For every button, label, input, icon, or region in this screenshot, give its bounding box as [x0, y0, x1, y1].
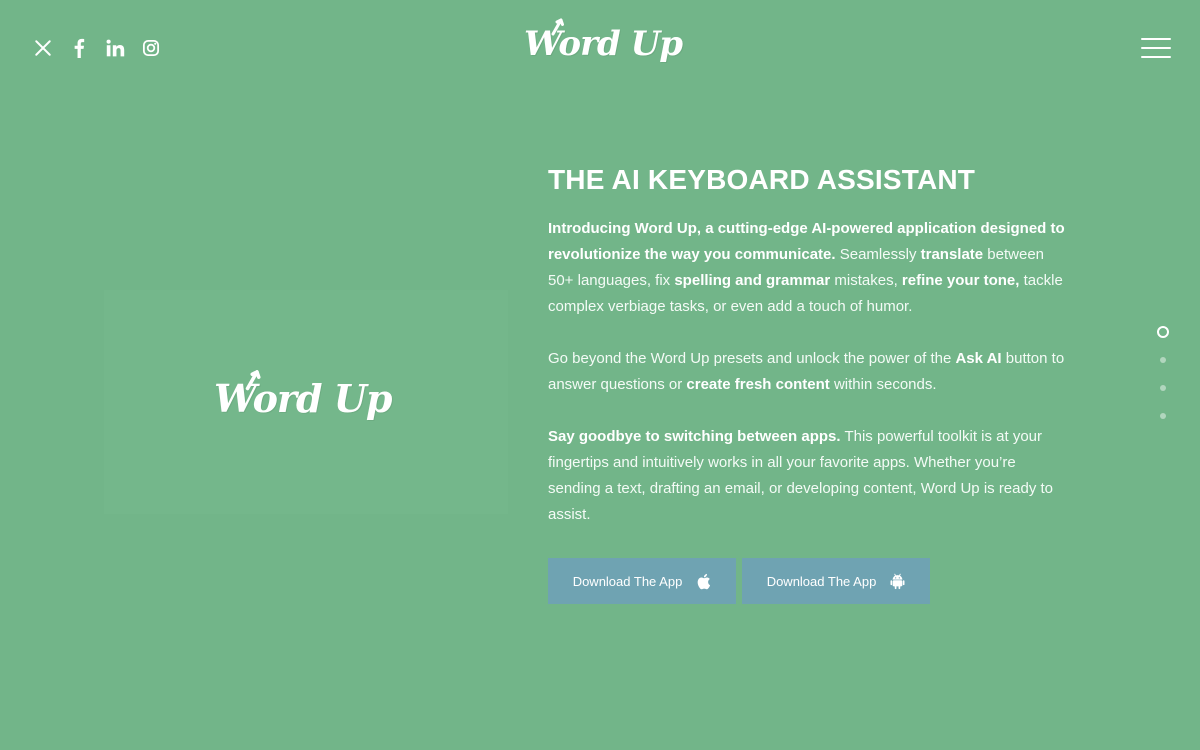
download-android-label: Download The App [766, 573, 877, 589]
download-ios-label: Download The App [572, 573, 683, 589]
hero-logo-text: Word Up [214, 376, 392, 421]
pagination-dot-4[interactable] [1160, 413, 1166, 419]
pagination-dot-1[interactable] [1157, 326, 1169, 338]
intro-text-3: mistakes, [830, 272, 902, 289]
x-icon [35, 40, 51, 56]
download-ios-button[interactable]: Download The App [548, 558, 736, 604]
ask-ai-text-3: within seconds. [829, 376, 937, 393]
apps-emphasis: Say goodbye to switching between apps. [548, 428, 841, 445]
ask-ai-paragraph: Go beyond the Word Up presets and unlock… [548, 346, 1068, 398]
ask-ai-text-1: Go beyond the Word Up presets and unlock… [548, 350, 956, 367]
page-title: THE AI KEYBOARD ASSISTANT [548, 164, 976, 195]
apps-paragraph: Say goodbye to switching between apps. T… [548, 424, 1068, 528]
instagram-link[interactable] [140, 36, 162, 60]
pagination-dot-3[interactable] [1160, 385, 1166, 391]
ask-ai-emphasis: Ask AI [955, 350, 1002, 367]
download-android-button[interactable]: Download The App [742, 558, 930, 604]
facebook-icon [74, 38, 85, 58]
download-buttons: Download The App Download The App [548, 558, 930, 604]
linkedin-link[interactable] [104, 36, 126, 60]
facebook-link[interactable] [68, 36, 90, 60]
hero-logo: Word Up [214, 370, 392, 423]
spelling-emphasis: spelling and grammar [674, 272, 831, 289]
menu-icon-line-middle [1141, 47, 1171, 49]
menu-icon-line-bottom [1141, 56, 1171, 58]
main-content: THE AI KEYBOARD ASSISTANT Introducing Wo… [548, 162, 1068, 554]
instagram-icon [142, 39, 160, 57]
description: Introducing Word Up, a cutting-edge AI-p… [548, 216, 1068, 528]
x-link[interactable] [32, 36, 54, 60]
linkedin-icon [106, 39, 124, 57]
intro-paragraph: Introducing Word Up, a cutting-edge AI-p… [548, 216, 1068, 320]
social-links [32, 36, 162, 60]
intro-text-1: Seamlessly [835, 246, 921, 263]
android-icon [890, 573, 905, 589]
header-logo-text: Word Up [524, 24, 683, 64]
pagination-dot-2[interactable] [1160, 357, 1166, 363]
menu-icon-line-top [1141, 38, 1171, 40]
fresh-content-emphasis: create fresh content [686, 376, 830, 393]
tone-emphasis: refine your tone, [901, 272, 1020, 289]
translate-emphasis: translate [920, 246, 984, 263]
header-logo[interactable]: Word Up [524, 18, 683, 66]
apple-icon [697, 573, 711, 589]
menu-button[interactable] [1141, 36, 1173, 60]
